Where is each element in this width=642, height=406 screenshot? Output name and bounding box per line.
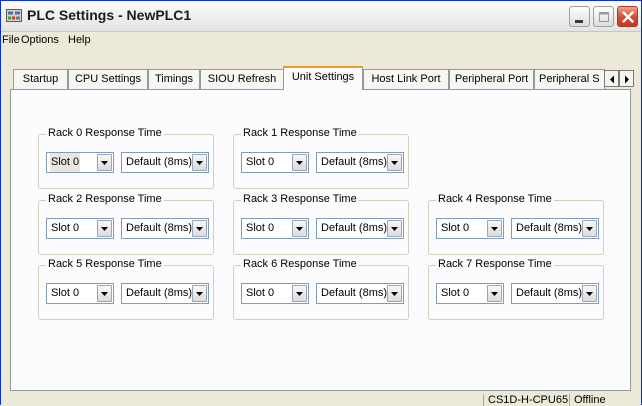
title-bar[interactable]: PLC Settings - NewPLC1 (1, 1, 641, 32)
dropdown-arrow-icon[interactable] (292, 285, 307, 302)
rack-5-slot-select[interactable]: Slot 0 (46, 283, 114, 304)
tab-timings[interactable]: Timings (148, 69, 200, 89)
dropdown-arrow-icon[interactable] (487, 285, 502, 302)
rack-6-slot-select[interactable]: Slot 0 (241, 283, 309, 304)
rack-7-slot-value: Slot 0 (441, 287, 470, 299)
minimize-button[interactable] (569, 6, 590, 27)
rack-1-slot-select[interactable]: Slot 0 (241, 152, 309, 173)
dropdown-arrow-icon[interactable] (97, 285, 112, 302)
rack-5-slot-value: Slot 0 (51, 287, 80, 299)
rack-5-response-value: Default (8ms) (126, 287, 193, 299)
scroll-left-icon (610, 75, 614, 84)
rack-4-slot-value: Slot 0 (441, 222, 470, 234)
rack-4-response-value: Default (8ms) (516, 222, 583, 234)
tab-startup[interactable]: Startup (13, 69, 68, 89)
dropdown-arrow-icon[interactable] (387, 220, 402, 237)
rack-3-response-select[interactable]: Default (8ms) (316, 218, 404, 239)
rack-3-title: Rack 3 Response Time (241, 193, 359, 205)
status-plc-model: CS1D-H-CPU65 (483, 394, 568, 406)
rack-7-response-select[interactable]: Default (8ms) (511, 283, 599, 304)
rack-6-slot-value: Slot 0 (246, 287, 275, 299)
rack-0-slot-select[interactable]: Slot 0 (46, 152, 114, 173)
tab-host-link-port[interactable]: Host Link Port (363, 69, 449, 89)
rack-1-response-value: Default (8ms) (321, 156, 388, 168)
dropdown-arrow-icon[interactable] (192, 154, 207, 171)
tab-peripheral-port[interactable]: Peripheral Port (449, 69, 534, 89)
minimize-icon (575, 20, 583, 23)
dropdown-arrow-icon[interactable] (387, 154, 402, 171)
tab-unit-settings[interactable]: Unit Settings (283, 66, 363, 90)
tab-siou-refresh[interactable]: SIOU Refresh (200, 69, 284, 89)
maximize-button[interactable] (593, 6, 614, 27)
rack-4-response-select[interactable]: Default (8ms) (511, 218, 599, 239)
rack-6-response-group: Rack 6 Response Time Slot 0 Default (8ms… (233, 258, 409, 320)
rack-0-response-group: Rack 0 Response Time Slot 0 Default (8ms… (38, 127, 214, 189)
window-title: PLC Settings - NewPLC1 (27, 7, 192, 23)
menu-bar: File Options Help (1, 32, 641, 50)
dropdown-arrow-icon[interactable] (582, 220, 597, 237)
rack-2-title: Rack 2 Response Time (46, 193, 164, 205)
close-button[interactable] (617, 6, 638, 27)
rack-0-slot-value: Slot 0 (50, 153, 81, 172)
rack-3-response-value: Default (8ms) (321, 222, 388, 234)
rack-7-response-group: Rack 7 Response Time Slot 0 Default (8ms… (428, 258, 604, 320)
tab-scroll-right-button[interactable] (619, 70, 634, 87)
status-bar: CS1D-H-CPU65 Offline (1, 393, 641, 406)
rack-0-title: Rack 0 Response Time (46, 127, 164, 139)
tab-peripheral-s[interactable]: Peripheral S (534, 69, 605, 89)
rack-0-response-select[interactable]: Default (8ms) (121, 152, 209, 173)
rack-5-response-select[interactable]: Default (8ms) (121, 283, 209, 304)
rack-1-title: Rack 1 Response Time (241, 127, 359, 139)
scroll-right-icon (625, 75, 629, 84)
dropdown-arrow-icon[interactable] (582, 285, 597, 302)
dropdown-arrow-icon[interactable] (97, 154, 112, 171)
dropdown-arrow-icon[interactable] (487, 220, 502, 237)
rack-6-response-value: Default (8ms) (321, 287, 388, 299)
rack-1-slot-value: Slot 0 (246, 156, 275, 168)
rack-3-slot-value: Slot 0 (246, 222, 275, 234)
maximize-icon (599, 12, 609, 22)
rack-7-response-value: Default (8ms) (516, 287, 583, 299)
tab-cpu-settings[interactable]: CPU Settings (68, 69, 148, 89)
unit-settings-panel: Rack 0 Response Time Slot 0 Default (8ms… (10, 89, 631, 391)
dropdown-arrow-icon[interactable] (192, 285, 207, 302)
rack-7-title: Rack 7 Response Time (436, 258, 554, 270)
rack-5-title: Rack 5 Response Time (46, 258, 164, 270)
dropdown-arrow-icon[interactable] (97, 220, 112, 237)
tab-scroll-left-button[interactable] (604, 70, 619, 87)
rack-1-response-group: Rack 1 Response Time Slot 0 Default (8ms… (233, 127, 409, 189)
rack-4-slot-select[interactable]: Slot 0 (436, 218, 504, 239)
rack-6-response-select[interactable]: Default (8ms) (316, 283, 404, 304)
rack-2-response-select[interactable]: Default (8ms) (121, 218, 209, 239)
menu-file[interactable]: File (2, 34, 20, 46)
rack-3-slot-select[interactable]: Slot 0 (241, 218, 309, 239)
rack-2-response-value: Default (8ms) (126, 222, 193, 234)
status-online-mode: Offline (569, 394, 606, 406)
plc-settings-window: PLC Settings - NewPLC1 File Options Help… (0, 0, 642, 406)
rack-2-response-group: Rack 2 Response Time Slot 0 Default (8ms… (38, 193, 214, 255)
dropdown-arrow-icon[interactable] (387, 285, 402, 302)
rack-0-response-value: Default (8ms) (126, 156, 193, 168)
rack-1-response-select[interactable]: Default (8ms) (316, 152, 404, 173)
dropdown-arrow-icon[interactable] (292, 154, 307, 171)
dropdown-arrow-icon[interactable] (292, 220, 307, 237)
plc-app-icon (6, 9, 22, 22)
rack-2-slot-select[interactable]: Slot 0 (46, 218, 114, 239)
rack-7-slot-select[interactable]: Slot 0 (436, 283, 504, 304)
rack-6-title: Rack 6 Response Time (241, 258, 359, 270)
menu-options[interactable]: Options (21, 34, 59, 46)
rack-2-slot-value: Slot 0 (51, 222, 80, 234)
rack-5-response-group: Rack 5 Response Time Slot 0 Default (8ms… (38, 258, 214, 320)
close-icon (622, 11, 634, 23)
rack-3-response-group: Rack 3 Response Time Slot 0 Default (8ms… (233, 193, 409, 255)
rack-4-title: Rack 4 Response Time (436, 193, 554, 205)
rack-4-response-group: Rack 4 Response Time Slot 0 Default (8ms… (428, 193, 604, 255)
menu-help[interactable]: Help (68, 34, 91, 46)
dropdown-arrow-icon[interactable] (192, 220, 207, 237)
